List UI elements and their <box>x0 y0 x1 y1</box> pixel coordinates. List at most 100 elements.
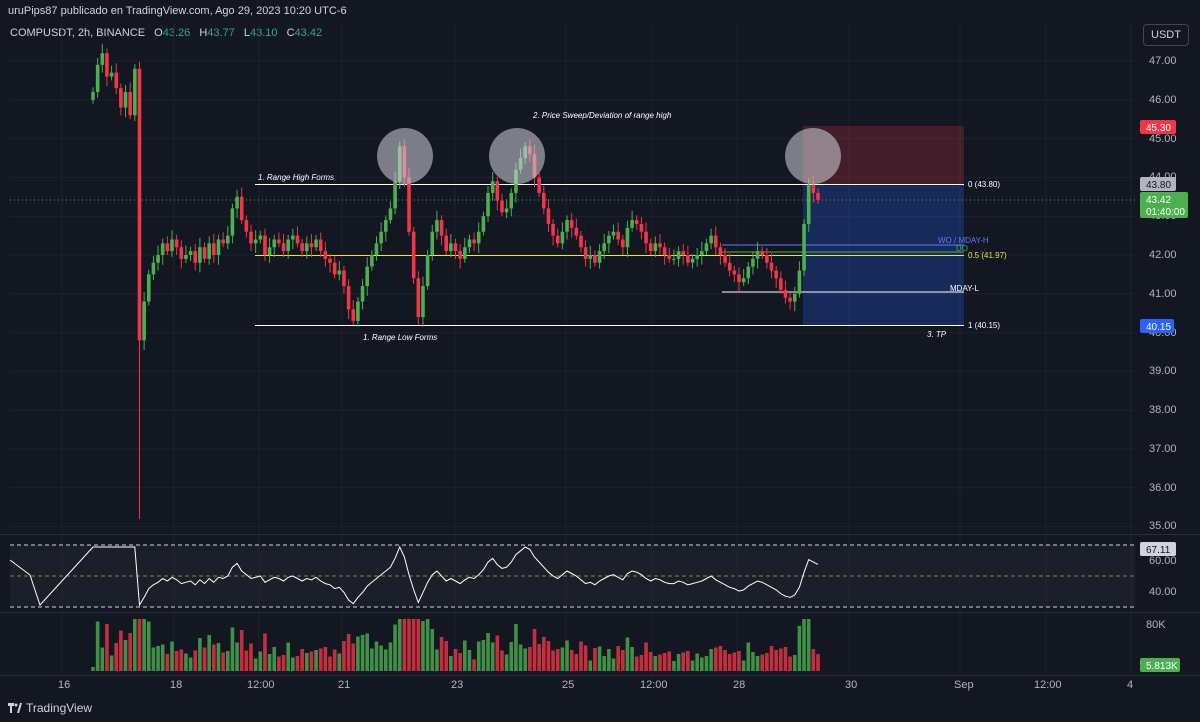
volume-bar <box>816 654 820 671</box>
volume-bar <box>286 642 290 671</box>
candle <box>416 278 421 318</box>
candle <box>91 92 95 100</box>
volume-bar <box>672 661 676 671</box>
candle <box>342 270 346 287</box>
volume-bar <box>244 650 249 671</box>
time-label: 30 <box>845 679 857 691</box>
volume-bar <box>100 647 105 671</box>
candle <box>462 247 467 259</box>
price-label: 38.00 <box>1149 404 1177 416</box>
candle <box>542 192 546 209</box>
candle <box>300 243 304 252</box>
volume-bar <box>769 646 774 671</box>
candle <box>476 231 481 244</box>
chart-canvas[interactable]: 1. Range High Forms 1. Range Low Forms 2… <box>0 0 1200 722</box>
volume-bar <box>267 654 272 671</box>
volume-bar <box>681 652 686 671</box>
candle <box>314 239 318 248</box>
time-axis[interactable]: 16 18 12:00 21 23 25 12:00 28 30 Sep 12:… <box>58 679 1133 691</box>
candle <box>546 208 551 224</box>
candle <box>467 239 472 248</box>
rsi-axis-label: 60.00 <box>1149 555 1177 567</box>
volume-bar <box>774 650 778 671</box>
candle <box>449 243 453 252</box>
candle <box>332 262 337 275</box>
volume-bar <box>495 635 500 671</box>
candle <box>686 255 690 263</box>
rsi-axis-label: 40.00 <box>1149 586 1177 598</box>
currency-button[interactable]: USDT <box>1143 24 1189 46</box>
target-price-text: 40.15 <box>1146 322 1171 333</box>
volume-bar <box>365 633 369 671</box>
candle <box>662 247 667 255</box>
volume-bar <box>597 646 602 671</box>
rsi-pane[interactable]: 60.00 40.00 67.11 <box>9 542 1177 608</box>
candle <box>286 239 290 252</box>
candle <box>267 247 272 255</box>
volume-bar <box>686 651 690 671</box>
candle <box>621 239 625 248</box>
volume-bar <box>435 649 439 671</box>
volume-bar <box>625 637 630 671</box>
candle <box>184 255 188 259</box>
candle <box>128 92 132 116</box>
candle <box>379 231 383 244</box>
volume-pane[interactable]: 80K 5.813K <box>91 619 1180 672</box>
volume-bar <box>346 634 351 671</box>
volume-bar <box>560 647 565 671</box>
volume-bar <box>639 655 644 671</box>
candle <box>119 88 123 108</box>
volume-bar <box>416 619 421 671</box>
volume-bar <box>741 660 746 671</box>
candle <box>435 220 439 232</box>
volume-bar <box>193 650 198 671</box>
volume-bar <box>565 640 569 671</box>
range-high-note: 1. Range High Forms <box>258 173 334 182</box>
candle <box>802 223 806 271</box>
volume-bar <box>518 644 523 671</box>
volume-bar <box>402 619 407 671</box>
sweep-circle[interactable] <box>489 128 545 184</box>
volume-bar <box>542 637 546 671</box>
time-label: 18 <box>170 679 182 691</box>
price-label: 36.00 <box>1149 482 1177 494</box>
time-label: 16 <box>58 679 70 691</box>
volume-bar <box>760 654 765 671</box>
candle <box>704 243 709 252</box>
price-label: 46.00 <box>1149 94 1177 106</box>
candle <box>253 239 258 244</box>
volume-bar <box>342 641 346 671</box>
candle <box>198 247 202 263</box>
fib-1-label: 1 (40.15) <box>968 321 1000 330</box>
candle <box>639 223 644 232</box>
candle <box>760 251 765 255</box>
candle <box>616 231 620 240</box>
volume-bar <box>797 626 802 671</box>
time-label: Sep <box>954 679 974 691</box>
sweep-circle[interactable] <box>785 128 841 184</box>
volume-bar <box>695 653 699 671</box>
time-label: 12:00 <box>640 679 668 691</box>
volume-bar <box>667 651 672 671</box>
candle <box>737 274 741 283</box>
candle <box>718 247 723 255</box>
sweep-circle[interactable] <box>377 128 433 184</box>
candle <box>272 239 277 248</box>
volume-bar <box>574 654 579 671</box>
volume-bar <box>765 653 769 671</box>
candle <box>672 258 676 260</box>
candle <box>630 220 634 228</box>
candle <box>816 192 820 200</box>
volume-bar <box>309 651 314 671</box>
volume-bar <box>727 654 732 671</box>
candle <box>388 208 393 221</box>
candle <box>95 64 100 93</box>
candle <box>235 196 239 209</box>
time-label: 12:00 <box>1034 679 1062 691</box>
volume-bar <box>109 655 114 671</box>
candle <box>769 262 774 271</box>
time-label: 28 <box>733 679 745 691</box>
tradingview-brand[interactable]: TradingView <box>8 701 92 715</box>
candle <box>537 177 541 193</box>
candle <box>783 289 788 298</box>
